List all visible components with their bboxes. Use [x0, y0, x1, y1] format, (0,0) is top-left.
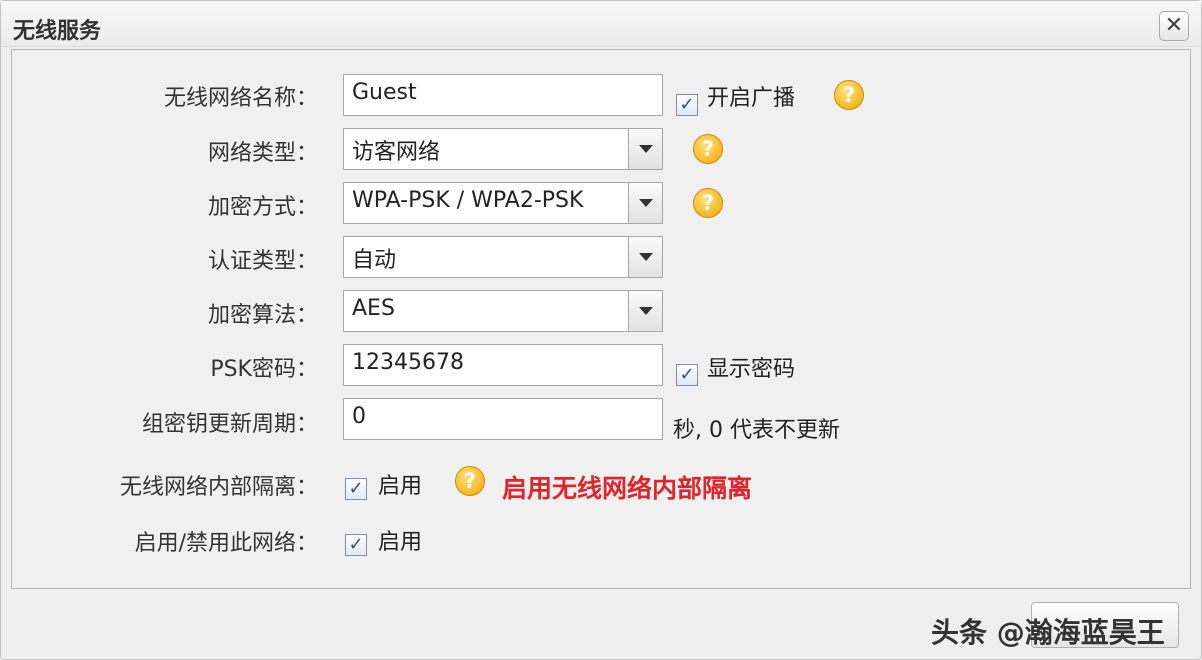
ssid-input[interactable]: Guest — [343, 74, 663, 116]
check-icon: ✓ — [679, 94, 695, 115]
group-key-input[interactable]: 0 — [343, 398, 663, 440]
isolation-enable-label: 启用 — [378, 474, 423, 499]
auth-type-label: 认证类型： — [207, 249, 318, 274]
isolation-label: 无线网络内部隔离： — [119, 475, 318, 500]
network-type-select[interactable]: 访客网络 — [343, 128, 663, 170]
ssid-help-icon[interactable]: ? — [834, 80, 864, 110]
close-button[interactable]: ✕ — [1159, 11, 1189, 41]
dialog-titlebar: 无线服务 ✕ — [1, 1, 1201, 47]
network-enable-checkbox[interactable]: ✓ — [345, 534, 367, 556]
show-password-checkbox[interactable]: ✓ — [676, 364, 698, 386]
encryption-value: WPA-PSK / WPA2-PSK — [352, 188, 584, 213]
auth-type-value: 自动 — [352, 248, 397, 273]
check-icon: ✓ — [348, 534, 364, 555]
close-icon: ✕ — [1164, 13, 1184, 38]
wireless-service-dialog: 无线服务 ✕ 无线网络名称： Guest ✓ 开启广播 ? 网络类型： 访客网络… — [0, 0, 1202, 660]
chevron-down-icon[interactable] — [628, 291, 662, 331]
network-type-value: 访客网络 — [352, 140, 441, 165]
psk-input[interactable]: 12345678 — [343, 344, 663, 386]
broadcast-checkbox[interactable]: ✓ — [676, 94, 698, 116]
chevron-down-icon[interactable] — [628, 183, 662, 223]
show-password-label: 显示密码 — [707, 357, 796, 382]
isolation-checkbox[interactable]: ✓ — [345, 478, 367, 500]
group-key-label: 组密钥更新周期： — [141, 412, 318, 437]
network-type-label: 网络类型： — [207, 141, 318, 166]
check-icon: ✓ — [679, 364, 695, 385]
ssid-label: 无线网络名称： — [163, 86, 318, 111]
algorithm-select[interactable]: AES — [343, 290, 663, 332]
chevron-down-icon[interactable] — [628, 129, 662, 169]
psk-label: PSK密码： — [210, 357, 318, 382]
settings-panel: 无线网络名称： Guest ✓ 开启广播 ? 网络类型： 访客网络 ? 加密方式… — [11, 49, 1191, 589]
network-enable-label: 启用/禁用此网络： — [134, 531, 318, 556]
dialog-title: 无线服务 — [13, 19, 102, 44]
group-key-unit-note: 秒, 0 代表不更新 — [673, 418, 840, 443]
check-icon: ✓ — [348, 478, 364, 499]
algorithm-label: 加密算法： — [207, 303, 318, 328]
watermark: 头条 @瀚海蓝昊王 — [931, 616, 1165, 649]
network-enable-label-text: 启用 — [378, 530, 423, 555]
network-type-help-icon[interactable]: ? — [693, 134, 723, 164]
broadcast-label: 开启广播 — [707, 86, 796, 111]
auth-type-select[interactable]: 自动 — [343, 236, 663, 278]
isolation-help-icon[interactable]: ? — [455, 466, 485, 496]
isolation-annotation: 启用无线网络内部隔离 — [502, 474, 753, 503]
encryption-select[interactable]: WPA-PSK / WPA2-PSK — [343, 182, 663, 224]
encryption-label: 加密方式： — [207, 195, 318, 220]
chevron-down-icon[interactable] — [628, 237, 662, 277]
encryption-help-icon[interactable]: ? — [693, 188, 723, 218]
algorithm-value: AES — [352, 296, 395, 321]
